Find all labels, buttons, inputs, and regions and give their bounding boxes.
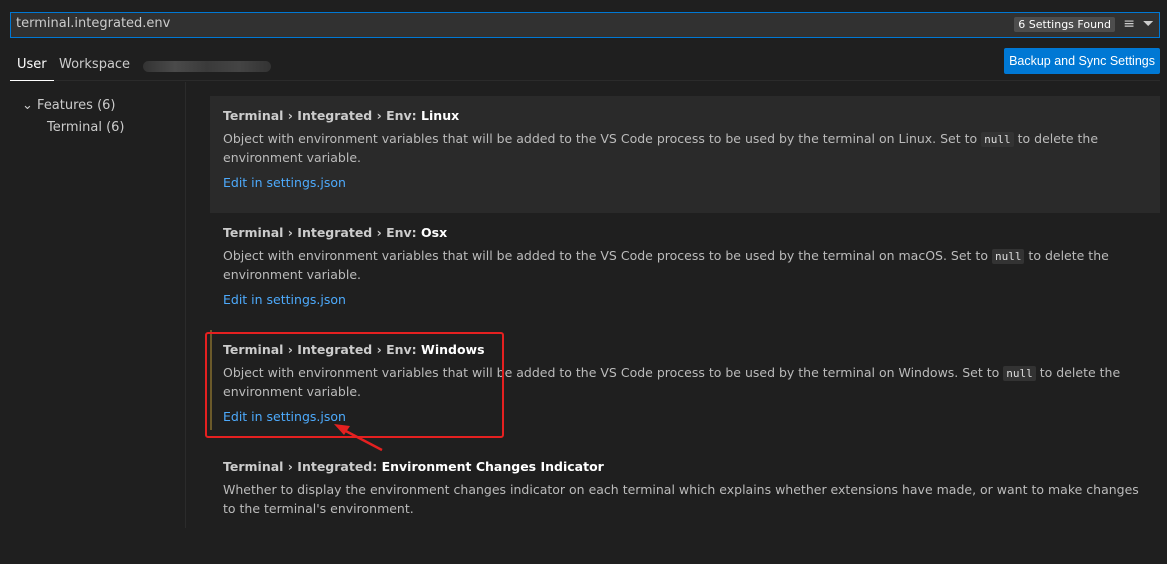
setting-title: Terminal › Integrated › Env: Osx: [223, 225, 448, 240]
setting-title: Terminal › Integrated: Environment Chang…: [223, 459, 604, 474]
tab-workspace[interactable]: Workspace: [59, 57, 130, 72]
settings-search[interactable]: 6 Settings Found ≡ ⏷: [10, 12, 1160, 38]
setting-description: Object with environment variables that w…: [223, 248, 1109, 282]
redacted-folder: [143, 61, 271, 72]
setting-description: Whether to display the environment chang…: [223, 482, 1139, 516]
setting-title: Terminal › Integrated › Env: Linux: [223, 108, 460, 123]
chevron-down-icon: ⌄: [22, 98, 33, 113]
scope-tabs: User Workspace: [10, 52, 1160, 81]
edit-in-settings-json-link[interactable]: Edit in settings.json: [223, 175, 346, 190]
settings-toc: ⌄ Features (6) Terminal (6): [0, 82, 186, 528]
toc-terminal[interactable]: Terminal (6): [47, 120, 125, 135]
setting-description: Object with environment variables that w…: [223, 131, 1099, 165]
filter-icon[interactable]: ⏷: [1143, 16, 1154, 32]
search-input[interactable]: [16, 16, 916, 31]
clear-filter-icon[interactable]: ≡: [1123, 16, 1135, 32]
setting-env-linux: Terminal › Integrated › Env: Linux Objec…: [210, 96, 1160, 213]
setting-env-osx: Terminal › Integrated › Env: Osx Object …: [210, 213, 1160, 330]
results-count-badge: 6 Settings Found: [1014, 17, 1115, 32]
backup-sync-button[interactable]: Backup and Sync Settings: [1004, 48, 1160, 74]
annotation-arrow-icon: [334, 424, 383, 452]
setting-env-changes-indicator: Terminal › Integrated: Environment Chang…: [210, 447, 1160, 564]
tab-user[interactable]: User: [10, 57, 54, 81]
edit-in-settings-json-link[interactable]: Edit in settings.json: [223, 292, 346, 307]
toc-features-label: Features (6): [37, 98, 116, 113]
toc-features[interactable]: ⌄ Features (6): [22, 98, 116, 113]
